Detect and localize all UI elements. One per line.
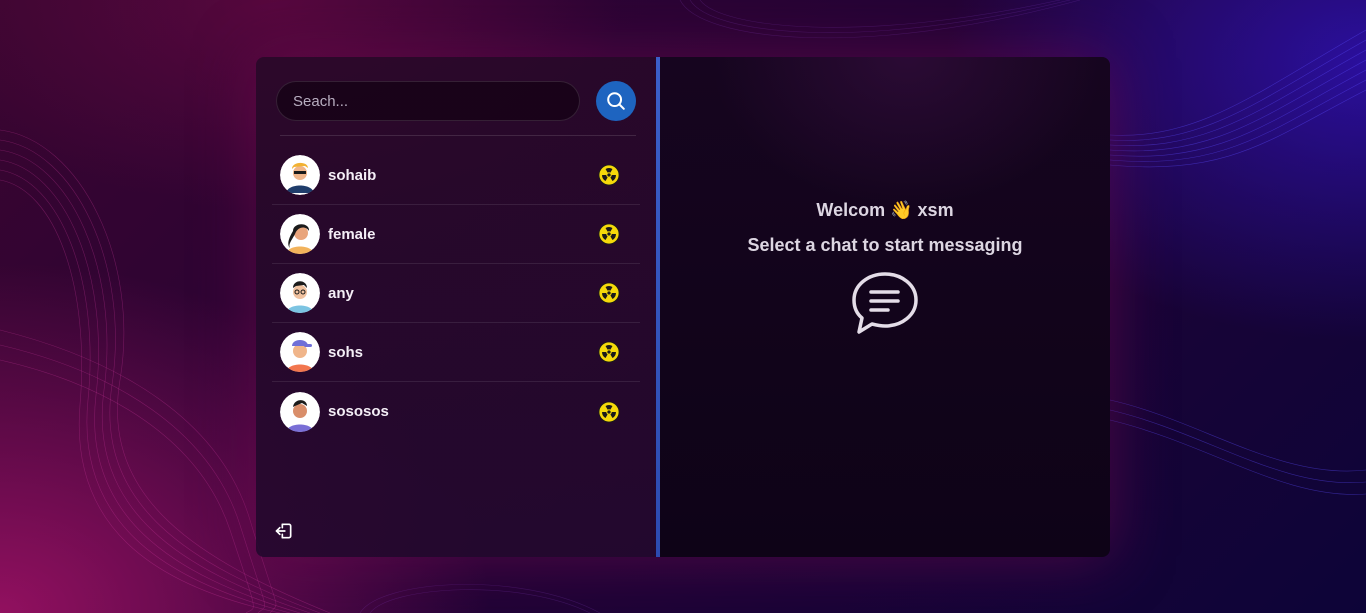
conversation-item[interactable]: female <box>272 205 640 264</box>
sidebar-separator <box>280 135 636 136</box>
conversation-item[interactable]: any <box>272 264 640 323</box>
avatar <box>280 332 320 372</box>
select-chat-instruction: Select a chat to start messaging <box>747 235 1023 255</box>
radioactive-icon <box>598 341 620 363</box>
search-icon <box>607 92 625 110</box>
conversation-item[interactable]: sososos <box>272 382 640 441</box>
radioactive-icon <box>598 164 620 186</box>
avatar <box>280 391 320 432</box>
sidebar: sohaib <box>256 57 656 557</box>
welcome-prefix: Welcom <box>816 200 886 220</box>
conversation-name: any <box>328 284 354 302</box>
conversation-list: sohaib female any sohs sososos <box>272 146 640 441</box>
search-input[interactable] <box>276 81 580 121</box>
radioactive-icon <box>598 400 620 423</box>
conversation-item[interactable]: sohaib <box>272 146 640 205</box>
search-row <box>276 81 640 121</box>
radioactive-icon <box>598 223 620 245</box>
search-button[interactable] <box>596 81 636 121</box>
no-chat-selected: Welcom 👋 xsm Select a chat to start mess… <box>747 200 1023 336</box>
message-container: Welcom 👋 xsm Select a chat to start mess… <box>660 57 1110 557</box>
conversation-name: sososos <box>328 403 389 420</box>
welcome-message: Welcom 👋 xsm <box>747 200 1022 221</box>
avatar <box>280 273 320 313</box>
conversation-name: sohaib <box>328 166 377 184</box>
chat-app-window: sohaib <box>256 57 1110 557</box>
username: xsm <box>917 200 954 220</box>
radioactive-icon <box>598 282 620 304</box>
avatar <box>280 214 320 254</box>
logout-icon[interactable] <box>274 521 294 541</box>
conversation-name: female <box>328 225 376 243</box>
avatar <box>280 155 320 195</box>
conversation-name: sohs <box>328 343 364 361</box>
waving-hand-icon: 👋 <box>890 200 913 220</box>
conversation-item[interactable]: sohs <box>272 323 640 382</box>
chat-bubble-icon <box>852 272 918 334</box>
